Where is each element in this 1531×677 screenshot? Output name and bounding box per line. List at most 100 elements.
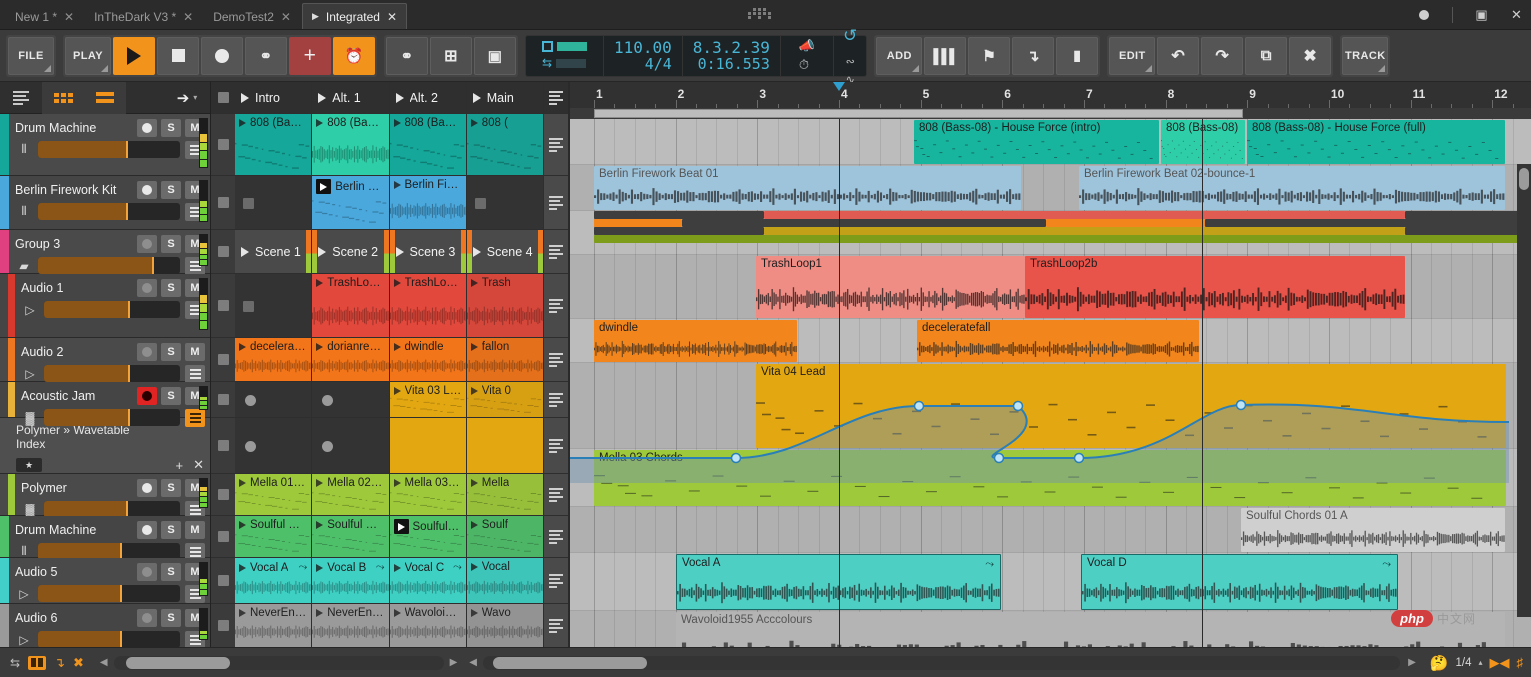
clip-stretch-icon[interactable]: ⤳ — [298, 561, 307, 574]
clip-play-icon[interactable] — [394, 564, 401, 572]
clip-slot[interactable]: Wavo — [467, 604, 544, 647]
track-volume-slider[interactable] — [38, 631, 180, 648]
group-region-bar[interactable] — [1046, 219, 1205, 227]
tab-close-icon[interactable]: ✕ — [183, 10, 193, 24]
clip-stretch-icon[interactable]: ⤳ — [1382, 558, 1391, 571]
tab-0[interactable]: New 1 *✕ — [6, 5, 83, 29]
arrange-view-button[interactable] — [84, 82, 126, 114]
clip-stretch-icon[interactable]: ⤳ — [453, 561, 462, 574]
clip-slot[interactable]: NeverEngin... — [312, 604, 389, 647]
clip-stop-cell[interactable] — [211, 274, 235, 337]
arrangement-clip[interactable]: dwindle — [594, 320, 797, 362]
automation-button[interactable]: ▣ — [474, 37, 516, 75]
quantize-value[interactable]: 1/4 — [1455, 657, 1471, 669]
scene-header-1[interactable]: Alt. 1 — [312, 82, 389, 113]
vertical-scrollbar[interactable] — [1517, 164, 1531, 617]
track-record-button[interactable] — [137, 387, 157, 405]
automation-add-icon[interactable]: + — [176, 458, 184, 473]
track-mute-button[interactable]: M — [185, 343, 205, 361]
track-header[interactable]: Audio 5SM▷ — [0, 558, 210, 604]
metronome-level-icon[interactable]: ⏱ — [799, 57, 815, 73]
clip-slot[interactable]: Berlin Fire... — [312, 176, 389, 229]
clip-play-icon[interactable] — [239, 609, 246, 617]
bug-icon[interactable]: 🤔 — [1430, 654, 1449, 672]
clip-launch-cell[interactable] — [544, 114, 568, 175]
chevron-up-icon[interactable]: ▴ — [1478, 658, 1482, 667]
arrangement-panel[interactable]: 123456789101112 808 (Bass-08) - House Fo… — [568, 82, 1531, 647]
launcher-scroll-thumb[interactable] — [126, 657, 230, 669]
vertical-scroll-thumb[interactable] — [1519, 168, 1529, 190]
scene-stop-cell[interactable] — [211, 230, 235, 273]
automation-point[interactable] — [1075, 454, 1084, 463]
empty-slot-stop[interactable] — [475, 198, 486, 209]
loop-region[interactable] — [594, 109, 1243, 118]
scene-play-icon[interactable] — [241, 247, 249, 257]
clip-play-icon[interactable] — [316, 279, 323, 287]
track-volume-slider[interactable] — [38, 257, 180, 274]
clip-playing-icon[interactable] — [316, 179, 331, 194]
group-region-bar[interactable] — [764, 227, 1405, 235]
clip-slot[interactable] — [235, 382, 312, 417]
arrangement-clip[interactable]: 808 (Bass-08) - House Force (full) — [1247, 120, 1505, 164]
automation-point[interactable] — [1014, 402, 1023, 411]
record-dot-icon[interactable] — [1417, 9, 1430, 22]
arrange-hscrollbar[interactable] — [483, 656, 1400, 670]
clip-slot[interactable]: deceleratefall — [235, 338, 312, 381]
group-region-bar[interactable] — [594, 227, 764, 235]
drum-icon[interactable]: ⦀ — [15, 142, 33, 157]
clip-stop-cell[interactable] — [211, 176, 235, 229]
track-record-button[interactable] — [137, 563, 157, 581]
pointer-tool-button[interactable]: ➔ ▾ — [164, 82, 210, 114]
track-header[interactable]: Audio 6SM▷ — [0, 604, 210, 648]
track-header[interactable]: Group 3SM▰ — [0, 230, 210, 274]
automation-slot[interactable] — [467, 418, 544, 473]
clip-play-icon[interactable] — [394, 279, 401, 287]
clip-launch-cell[interactable] — [544, 604, 568, 647]
scene-header-2[interactable]: Alt. 2 — [390, 82, 467, 113]
scene-play-icon[interactable] — [473, 247, 481, 257]
clip-slot[interactable]: Mella 03 C... — [390, 474, 467, 515]
group-region-bar[interactable] — [1405, 211, 1529, 219]
automation-point[interactable] — [732, 454, 741, 463]
clip-play-icon[interactable] — [316, 343, 323, 351]
arrangement-clip[interactable]: Soulful Chords 01 A — [1241, 508, 1505, 552]
snap-icon[interactable]: ↴ — [54, 655, 65, 671]
arrangement-clip[interactable]: Wavoloid1955 Acccolours — [676, 612, 1505, 647]
arrangement-clip[interactable]: TrashLoop2b — [1025, 256, 1405, 318]
track-volume-slider[interactable] — [44, 409, 180, 426]
track-name[interactable]: Audio 1 — [21, 281, 133, 295]
arrangement-clip[interactable]: deceleratefall — [917, 320, 1199, 362]
clip-slot[interactable]: TrashLoop1 — [312, 274, 389, 337]
automation-stop-cell[interactable] — [211, 418, 235, 473]
play-button[interactable] — [113, 37, 155, 75]
volume-handle[interactable] — [126, 203, 128, 220]
arrangement-clip[interactable]: TrashLoop1 — [756, 256, 1025, 318]
snap-button[interactable]: ⚭ — [386, 37, 428, 75]
arrangement-clip[interactable]: Berlin Firework Beat 02-bounce-1 — [1079, 166, 1505, 210]
track-mute-button[interactable]: M — [185, 521, 205, 539]
track-routing-button[interactable] — [185, 365, 205, 383]
track-solo-button[interactable]: S — [161, 609, 181, 627]
position-cell[interactable]: 8.3.2.39 0:16.553 — [683, 36, 781, 76]
clip-slot[interactable]: dwindle — [390, 338, 467, 381]
clip-slot[interactable]: Wavoloid1... — [390, 604, 467, 647]
track-header[interactable]: Audio 1SM▷ — [0, 274, 210, 338]
record-button[interactable] — [201, 37, 243, 75]
cycle-icon[interactable]: ↺ — [843, 26, 857, 46]
group-region-bar[interactable] — [764, 211, 1405, 219]
track-volume-slider[interactable] — [38, 203, 180, 220]
close-window-icon[interactable]: ✕ — [1510, 9, 1523, 22]
scene-header-0[interactable]: Intro — [235, 82, 312, 113]
metronome-out-icon[interactable]: 📣 — [799, 38, 815, 54]
add-arranger-button[interactable]: ↴ — [1012, 37, 1054, 75]
track-solo-button[interactable]: S — [161, 279, 181, 297]
clip-stop-cell[interactable] — [211, 114, 235, 175]
file-button[interactable]: FILE — [8, 37, 54, 75]
track-button[interactable]: TRACK — [1342, 37, 1388, 75]
track-name[interactable]: Berlin Firework Kit — [15, 183, 133, 197]
track-header[interactable]: Drum MachineSM⦀ — [0, 114, 210, 176]
scene-play-icon[interactable] — [473, 93, 481, 103]
loop-icon[interactable]: ⇆ — [10, 656, 20, 670]
clip-play-icon[interactable] — [239, 521, 246, 529]
volume-handle[interactable] — [128, 409, 130, 426]
